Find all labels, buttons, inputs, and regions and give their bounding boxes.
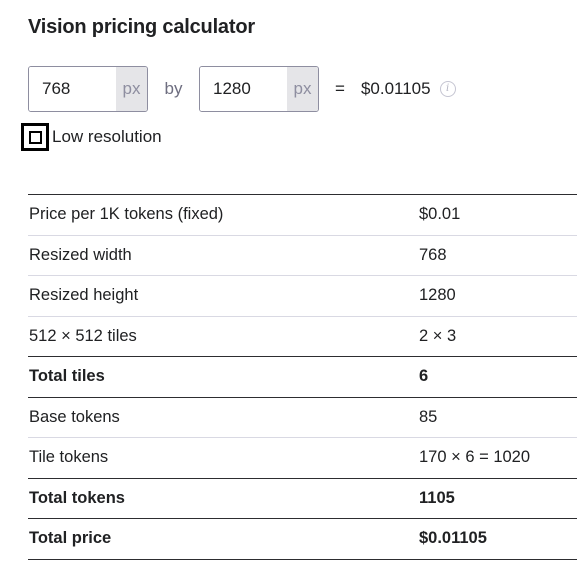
pricing-table: Price per 1K tokens (fixed) $0.01 Resize… bbox=[28, 194, 577, 560]
row-label: Resized width bbox=[28, 235, 419, 276]
checkbox-box bbox=[28, 130, 42, 144]
height-unit-label: px bbox=[287, 67, 318, 111]
table-row: 512 × 512 tiles 2 × 3 bbox=[28, 316, 577, 357]
row-value: $0.01105 bbox=[419, 518, 577, 560]
dimension-row: px by px = $0.01105 i bbox=[28, 65, 456, 113]
row-value: 85 bbox=[419, 397, 577, 438]
table-row: Price per 1K tokens (fixed) $0.01 bbox=[28, 194, 577, 236]
low-resolution-toggle[interactable]: Low resolution bbox=[21, 123, 162, 151]
row-label: 512 × 512 tiles bbox=[28, 316, 419, 357]
by-label: by bbox=[164, 79, 183, 98]
width-unit-label: px bbox=[116, 67, 147, 111]
row-value: 768 bbox=[419, 235, 577, 276]
row-label: Base tokens bbox=[28, 397, 419, 438]
table-row: Total price $0.01105 bbox=[28, 518, 577, 560]
height-field: px bbox=[199, 66, 319, 112]
low-resolution-label[interactable]: Low resolution bbox=[52, 127, 162, 147]
calculator-title: Vision pricing calculator bbox=[28, 16, 255, 38]
table-row: Resized width 768 bbox=[28, 235, 577, 276]
table-row: Tile tokens 170 × 6 = 1020 bbox=[28, 437, 577, 479]
row-value: 1280 bbox=[419, 275, 577, 317]
row-value: 1105 bbox=[419, 478, 577, 519]
row-value: 2 × 3 bbox=[419, 316, 577, 357]
row-value: $0.01 bbox=[419, 194, 577, 236]
row-label: Tile tokens bbox=[28, 437, 419, 479]
row-label: Price per 1K tokens (fixed) bbox=[28, 194, 419, 236]
equals-sign: = bbox=[335, 79, 345, 98]
height-input[interactable] bbox=[200, 67, 287, 111]
width-input[interactable] bbox=[29, 67, 116, 111]
low-resolution-checkbox[interactable] bbox=[21, 123, 49, 151]
table-row: Resized height 1280 bbox=[28, 275, 577, 317]
table-row: Total tokens 1105 bbox=[28, 478, 577, 519]
row-label: Total price bbox=[28, 518, 419, 560]
table-row: Base tokens 85 bbox=[28, 397, 577, 438]
width-field: px bbox=[28, 66, 148, 112]
row-value: 6 bbox=[419, 356, 577, 398]
calculated-price: $0.01105 bbox=[360, 79, 431, 98]
row-label: Resized height bbox=[28, 275, 419, 317]
row-label: Total tiles bbox=[28, 356, 419, 398]
table-row: Total tiles 6 bbox=[28, 356, 577, 398]
row-label: Total tokens bbox=[28, 478, 419, 519]
row-value: 170 × 6 = 1020 bbox=[419, 437, 577, 479]
info-icon[interactable]: i bbox=[439, 81, 456, 97]
